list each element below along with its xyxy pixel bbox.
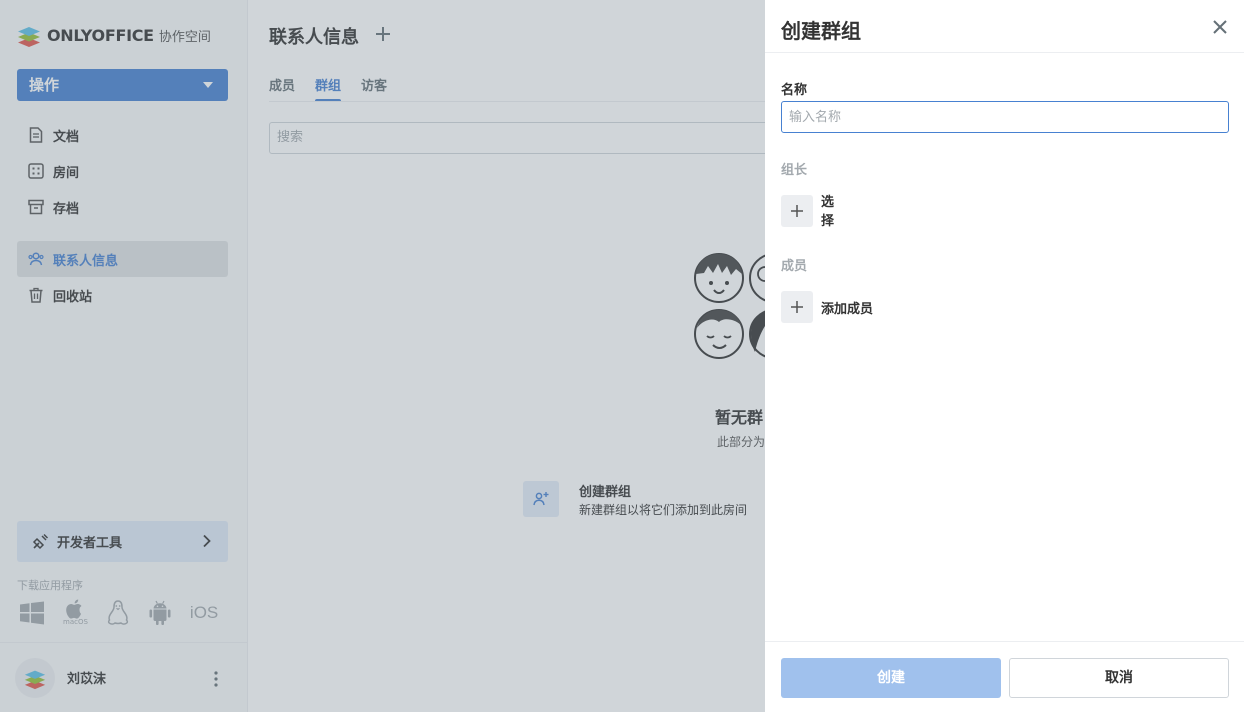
plus-icon bbox=[791, 301, 803, 313]
cancel-button[interactable]: 取消 bbox=[1009, 658, 1229, 698]
close-icon[interactable] bbox=[1210, 17, 1230, 37]
group-head-label: 组长 bbox=[781, 163, 808, 178]
select-head-label[interactable]: 选择 bbox=[821, 193, 837, 231]
panel-title: 创建群组 bbox=[781, 19, 861, 43]
create-button[interactable]: 创建 bbox=[781, 658, 1001, 698]
create-group-panel: 创建群组 名称 组长 选择 成员 添加成员 创建 取消 bbox=[765, 0, 1244, 712]
panel-header-divider bbox=[765, 52, 1244, 53]
members-label: 成员 bbox=[781, 259, 808, 274]
plus-icon bbox=[791, 205, 803, 217]
add-members-label[interactable]: 添加成员 bbox=[821, 298, 873, 317]
group-name-input[interactable] bbox=[781, 101, 1229, 133]
add-members-button[interactable] bbox=[781, 291, 813, 323]
name-label: 名称 bbox=[781, 83, 808, 98]
panel-footer-divider bbox=[765, 641, 1244, 642]
select-head-button[interactable] bbox=[781, 195, 813, 227]
